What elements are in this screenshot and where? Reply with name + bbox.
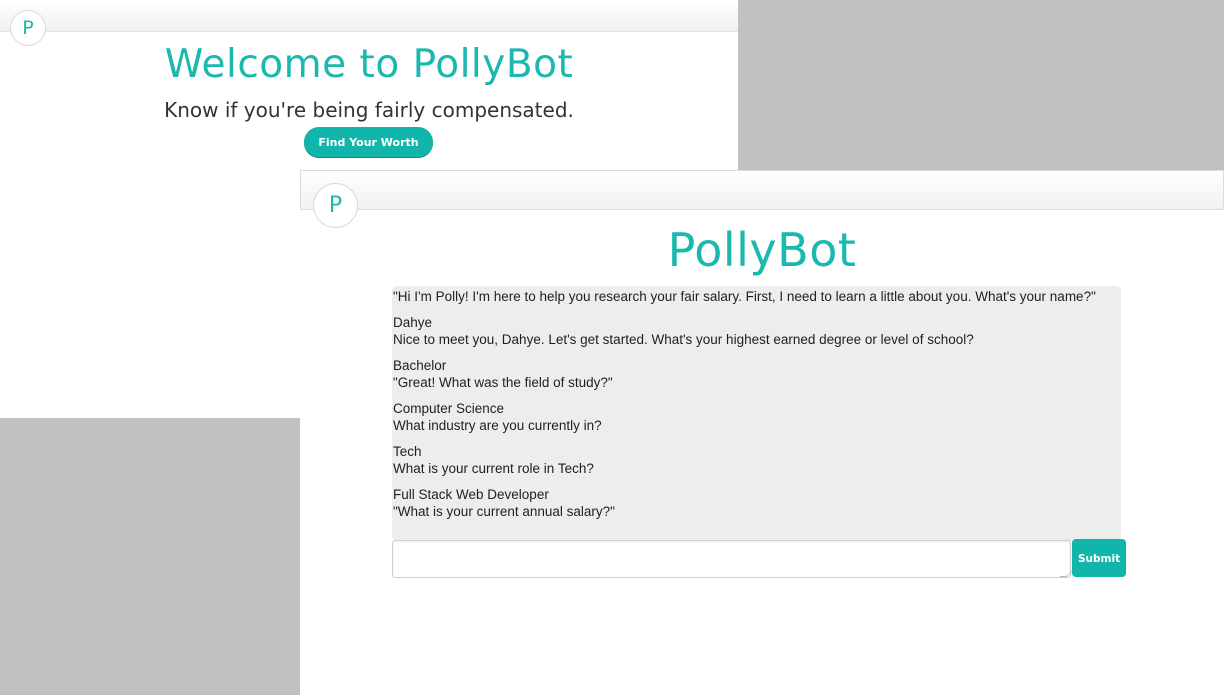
page-title: PollyBot <box>667 223 857 277</box>
landing-navbar <box>0 0 738 32</box>
chat-message-bot: "Great! What was the field of study?" <box>393 375 613 390</box>
chat-message-bot: Nice to meet you, Dahye. Let's get start… <box>393 332 974 347</box>
chat-navbar <box>300 170 1224 210</box>
chat-message-user: Dahye <box>393 314 433 330</box>
chat-message-user: Tech <box>393 443 422 459</box>
chat-input[interactable] <box>392 540 1071 578</box>
pollybot-logo[interactable]: P <box>313 183 358 228</box>
pollybot-logo[interactable]: P <box>10 10 46 46</box>
submit-button[interactable]: Submit <box>1072 539 1126 577</box>
chat-message-bot: What industry are you currently in? <box>393 418 602 433</box>
chat-message-user: Full Stack Web Developer <box>393 486 549 502</box>
chat-window: P PollyBot "Hi I'm Polly! I'm here to he… <box>300 170 1224 695</box>
chat-message-bot: What is your current role in Tech? <box>393 461 594 476</box>
welcome-heading: Welcome to PollyBot <box>164 42 574 87</box>
chat-message-bot: "Hi I'm Polly! I'm here to help you rese… <box>393 289 1096 304</box>
find-your-worth-button[interactable]: Find Your Worth <box>304 127 433 157</box>
tagline: Know if you're being fairly compensated. <box>164 98 574 122</box>
chat-message-user: Computer Science <box>393 400 505 416</box>
chat-log[interactable]: "Hi I'm Polly! I'm here to help you rese… <box>392 286 1121 541</box>
chat-message-user: Bachelor <box>393 357 447 373</box>
chat-message-bot: "What is your current annual salary?" <box>393 504 615 519</box>
